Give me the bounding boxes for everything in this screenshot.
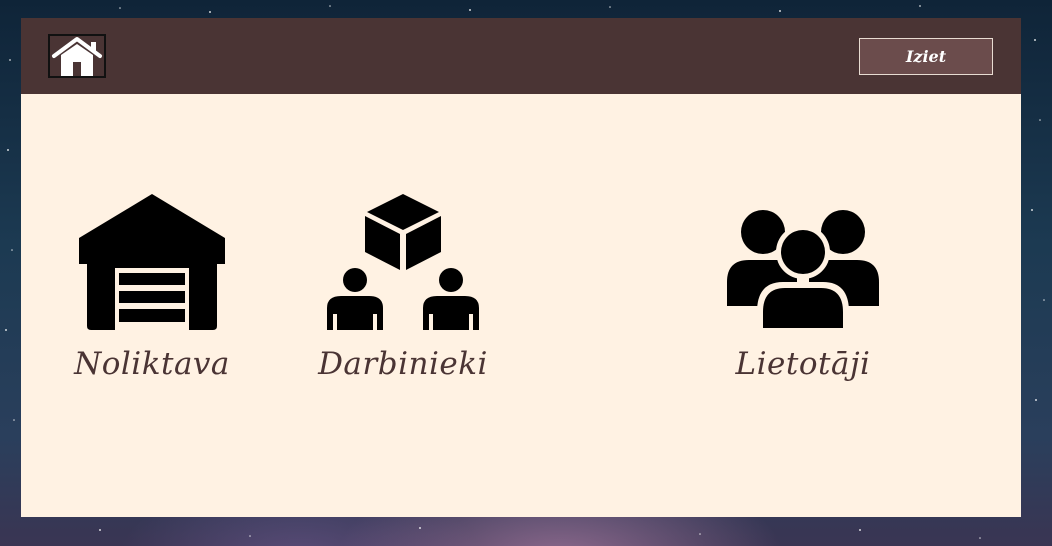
menu-tile-warehouse[interactable]: Noliktava [42,194,262,394]
exit-button[interactable]: Iziet [859,38,993,75]
menu-label-employees: Darbinieki [318,346,488,382]
menu-tile-employees[interactable]: Darbinieki [293,194,513,394]
home-icon [50,36,104,76]
employees-package-icon [327,192,479,334]
home-button[interactable] [48,34,106,78]
top-bar: Iziet [21,18,1021,94]
users-group-icon [727,210,879,334]
main-panel: Iziet Noliktava Darbinieki Lietotāji [21,18,1021,517]
menu-tile-users[interactable]: Lietotāji [693,194,913,394]
menu-label-warehouse: Noliktava [74,346,230,382]
exit-button-label: Iziet [905,47,947,66]
garage-icon [77,194,227,334]
menu-label-users: Lietotāji [735,346,871,382]
